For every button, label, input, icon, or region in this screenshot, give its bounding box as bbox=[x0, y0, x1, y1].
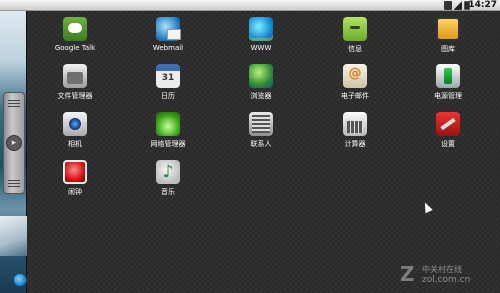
messaging-icon bbox=[343, 17, 367, 41]
alarm-clock-icon bbox=[63, 160, 87, 184]
app-www[interactable]: WWW bbox=[231, 17, 291, 52]
app-contacts[interactable]: 联系人 bbox=[231, 112, 291, 149]
email-icon bbox=[343, 64, 367, 88]
app-file-manager[interactable]: 文件管理器 bbox=[45, 64, 105, 101]
app-power-manager[interactable]: 电源管理 bbox=[418, 64, 478, 101]
app-camera[interactable]: 相机 bbox=[45, 112, 105, 149]
app-label: 闹钟 bbox=[68, 188, 82, 196]
app-label: 电源管理 bbox=[434, 92, 462, 100]
watermark-url: zol.com.cn bbox=[422, 275, 471, 285]
app-alarm-clock[interactable]: 闹钟 bbox=[45, 160, 105, 197]
camera-icon bbox=[63, 112, 87, 136]
app-network-manager[interactable]: 网络管理器 bbox=[138, 112, 198, 149]
file-manager-icon bbox=[63, 64, 87, 88]
home-app-icon[interactable] bbox=[13, 273, 27, 287]
app-label: 文件管理器 bbox=[57, 92, 93, 100]
google-talk-icon bbox=[63, 17, 87, 41]
app-messaging[interactable]: 信息 bbox=[325, 17, 385, 54]
app-settings[interactable]: 设置 bbox=[418, 112, 478, 149]
app-label: 图库 bbox=[441, 45, 455, 53]
watermark-logo: Z bbox=[400, 262, 415, 286]
webmail-icon bbox=[156, 17, 181, 41]
app-label: 设置 bbox=[441, 140, 455, 148]
calculator-icon bbox=[343, 112, 367, 136]
grip-bottom-icon bbox=[8, 179, 20, 187]
app-label: 音乐 bbox=[161, 188, 175, 196]
app-webmail[interactable]: Webmail bbox=[138, 17, 198, 52]
app-label: 电子邮件 bbox=[341, 92, 369, 100]
app-label: 日历 bbox=[161, 92, 175, 100]
app-label: 浏览器 bbox=[250, 92, 272, 100]
status-icons bbox=[444, 1, 470, 10]
app-google-talk[interactable]: Google Talk bbox=[45, 17, 105, 52]
drawer-toggle-button[interactable]: ▸ bbox=[6, 135, 22, 151]
app-music[interactable]: 音乐 bbox=[138, 160, 198, 197]
app-browser[interactable]: 浏览器 bbox=[231, 64, 291, 101]
settings-icon bbox=[436, 112, 460, 136]
app-label: 联系人 bbox=[250, 140, 272, 148]
app-email[interactable]: 电子邮件 bbox=[325, 64, 385, 101]
power-manager-icon bbox=[436, 64, 460, 88]
app-calculator[interactable]: 计算器 bbox=[325, 112, 385, 149]
calendar-icon bbox=[156, 64, 180, 88]
music-icon bbox=[156, 160, 180, 184]
grip-top-icon bbox=[8, 99, 20, 107]
app-label: Webmail bbox=[152, 44, 184, 52]
app-label: 计算器 bbox=[344, 140, 366, 148]
app-label: Google Talk bbox=[54, 44, 96, 52]
wallpaper-snow bbox=[0, 216, 27, 256]
app-label: 网络管理器 bbox=[150, 140, 186, 148]
notification-icon bbox=[444, 1, 452, 10]
watermark-site-name: 中关村在线 bbox=[422, 265, 462, 274]
app-label: WWW bbox=[250, 44, 272, 52]
network-manager-icon bbox=[156, 112, 180, 136]
browser-icon bbox=[249, 64, 273, 88]
www-icon bbox=[249, 17, 273, 41]
drawer-handle[interactable]: ▸ bbox=[3, 92, 25, 194]
app-label: 信息 bbox=[348, 45, 362, 53]
app-calendar[interactable]: 日历 bbox=[138, 64, 198, 101]
status-clock: 14:27 bbox=[468, 0, 497, 10]
app-gallery[interactable]: 图库 bbox=[418, 17, 478, 54]
contacts-icon bbox=[249, 112, 273, 136]
status-bar: 14:27 bbox=[0, 0, 500, 11]
watermark: Z 中关村在线 zol.com.cn bbox=[400, 262, 470, 286]
signal-icon bbox=[454, 1, 462, 10]
app-label: 相机 bbox=[68, 140, 82, 148]
gallery-icon bbox=[436, 17, 460, 41]
